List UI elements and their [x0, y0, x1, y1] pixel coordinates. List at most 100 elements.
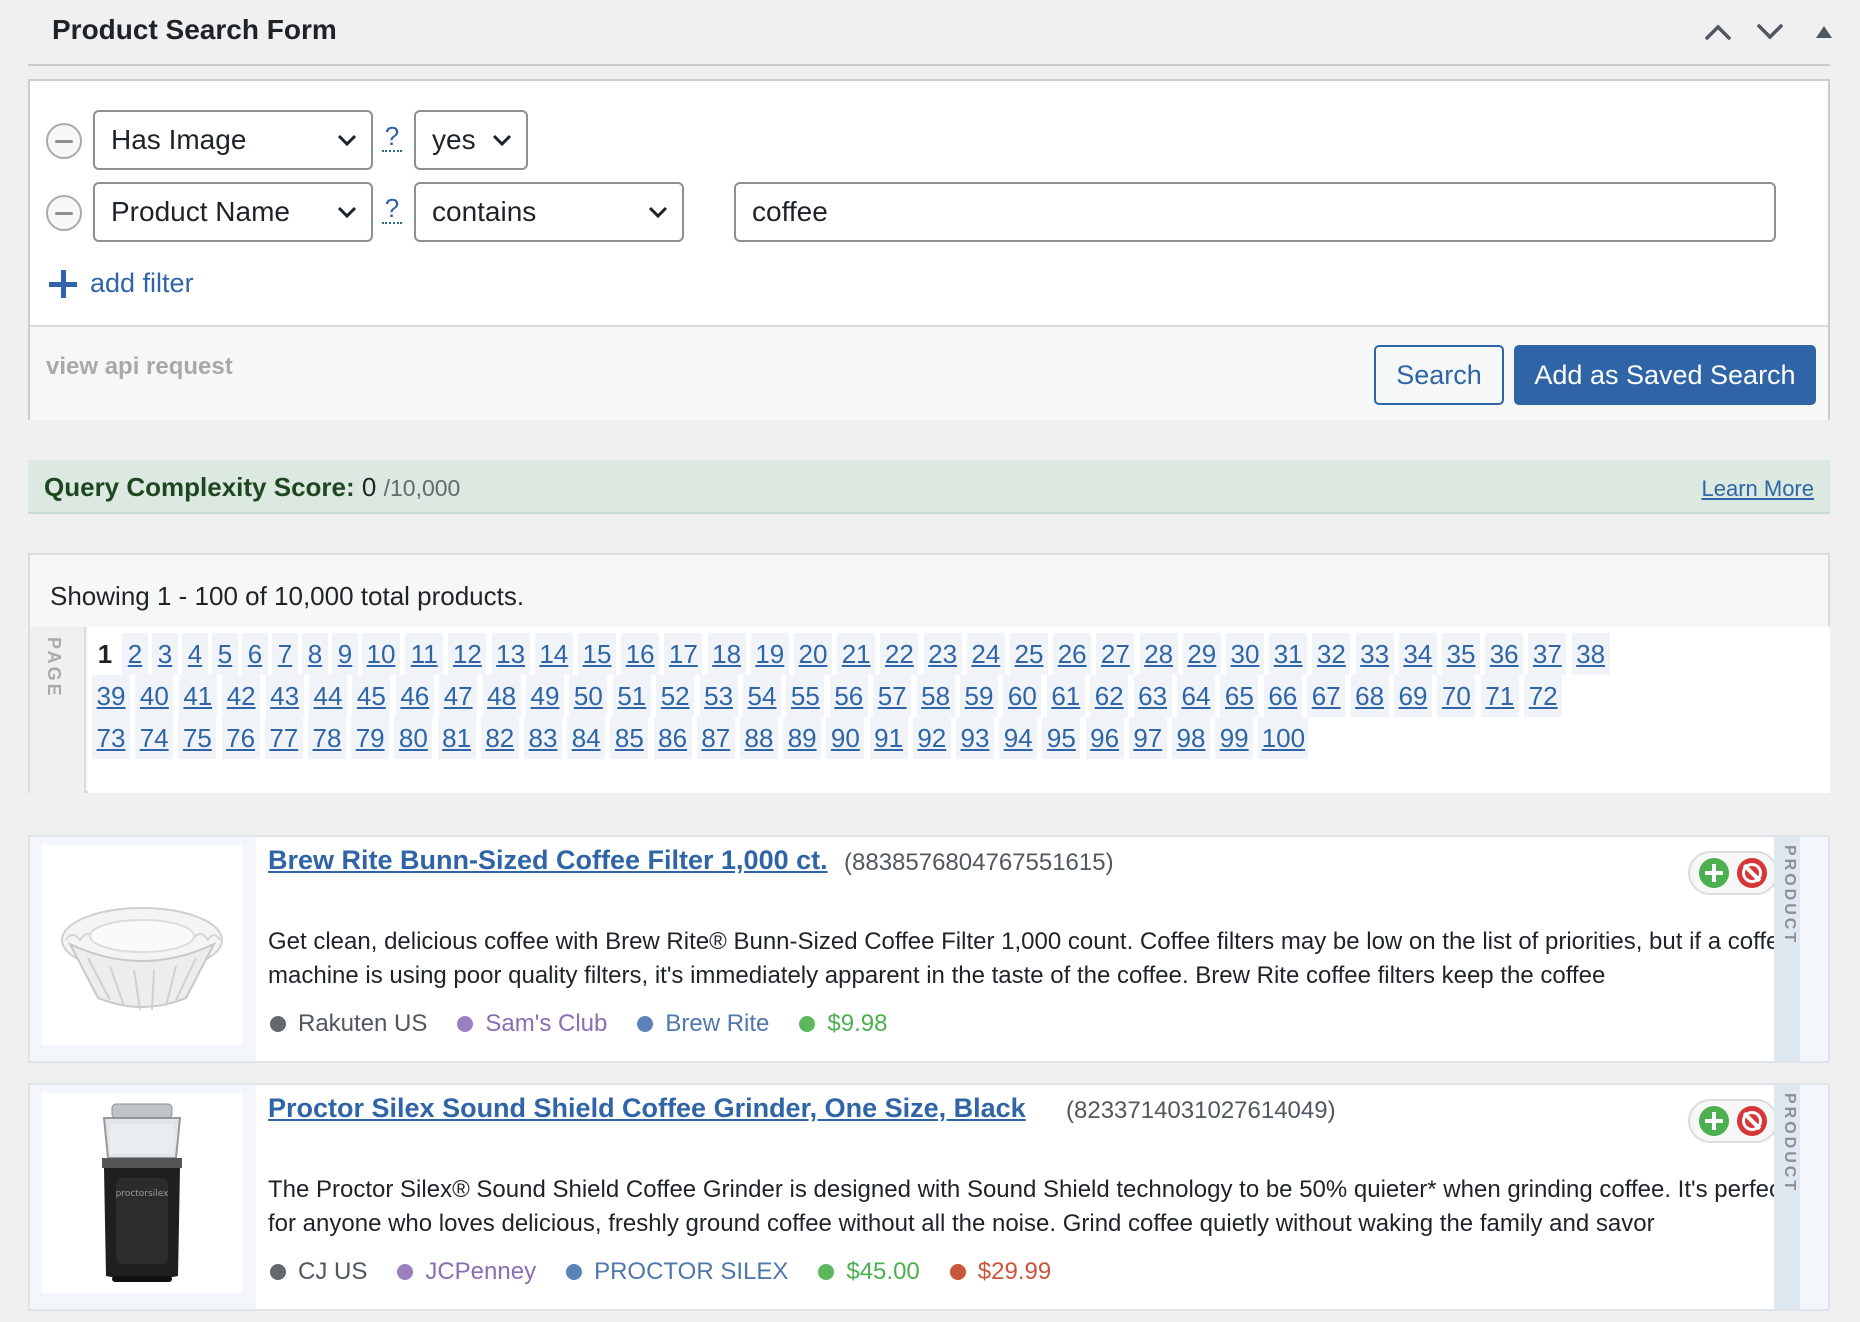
page-link[interactable]: 31	[1269, 633, 1308, 675]
page-link[interactable]: 84	[567, 717, 606, 759]
page-link[interactable]: 43	[265, 675, 304, 717]
triangle-up-icon[interactable]	[1804, 14, 1844, 50]
page-link[interactable]: 22	[880, 633, 919, 675]
page-link[interactable]: 79	[351, 717, 390, 759]
minus-circle-icon[interactable]	[46, 195, 82, 231]
page-link[interactable]: 99	[1215, 717, 1254, 759]
minus-circle-icon[interactable]	[46, 123, 82, 159]
page-link[interactable]: 92	[912, 717, 951, 759]
page-link[interactable]: 78	[308, 717, 346, 759]
page-link[interactable]: 56	[829, 675, 868, 717]
chevron-up-icon[interactable]	[1698, 14, 1738, 50]
filter-field-select[interactable]: Product Name	[93, 182, 373, 242]
page-link[interactable]: 80	[394, 717, 433, 759]
page-link[interactable]: 87	[696, 717, 735, 759]
page-link[interactable]: 9	[332, 633, 358, 675]
brand-tag[interactable]: Brew Rite	[637, 1010, 769, 1038]
page-link[interactable]: 27	[1096, 633, 1135, 675]
page-link[interactable]: 59	[960, 675, 998, 717]
page-link[interactable]: 36	[1485, 633, 1524, 675]
product-image[interactable]: proctorsilex	[42, 1093, 242, 1293]
page-link[interactable]: 28	[1139, 633, 1178, 675]
page-link[interactable]: 58	[916, 675, 955, 717]
page-link[interactable]: 63	[1133, 675, 1172, 717]
page-link[interactable]: 5	[212, 633, 238, 675]
page-link[interactable]: 41	[178, 675, 217, 717]
page-link[interactable]: 65	[1220, 675, 1259, 717]
page-link[interactable]: 3	[152, 633, 178, 675]
page-link[interactable]: 17	[664, 633, 703, 675]
page-link[interactable]: 68	[1350, 675, 1389, 717]
page-link[interactable]: 10	[362, 633, 400, 675]
learn-more-link[interactable]: Learn More	[1701, 476, 1814, 502]
filter-operator-select[interactable]: contains	[414, 182, 684, 242]
page-link[interactable]: 24	[966, 633, 1005, 675]
page-link[interactable]: 29	[1182, 633, 1221, 675]
page-link[interactable]: 71	[1480, 675, 1519, 717]
plus-circle-icon[interactable]	[1698, 858, 1729, 888]
page-link[interactable]: 48	[482, 675, 521, 717]
sale-price-tag[interactable]: $29.99	[949, 1258, 1051, 1286]
filter-value-input[interactable]: coffee	[734, 182, 1776, 242]
page-link[interactable]: 75	[178, 717, 217, 759]
block-icon[interactable]	[1737, 858, 1768, 888]
page-link[interactable]: 96	[1085, 717, 1124, 759]
page-link[interactable]: 2	[122, 633, 148, 675]
page-link[interactable]: 47	[439, 675, 478, 717]
page-link[interactable]: 25	[1010, 633, 1048, 675]
page-link[interactable]: 44	[309, 675, 347, 717]
page-link[interactable]: 51	[612, 675, 651, 717]
page-link[interactable]: 21	[837, 633, 876, 675]
price-tag[interactable]: $9.98	[799, 1010, 887, 1038]
help-link[interactable]: ?	[382, 122, 402, 152]
merchant-tag[interactable]: CJ US	[270, 1258, 367, 1286]
page-link[interactable]: 4	[182, 633, 208, 675]
page-link[interactable]: 91	[869, 717, 908, 759]
page-link[interactable]: 76	[221, 717, 260, 759]
filter-field-select[interactable]: Has Image	[93, 110, 373, 170]
page-link[interactable]: 16	[621, 633, 660, 675]
page-link[interactable]: 88	[740, 717, 778, 759]
page-link[interactable]: 23	[923, 633, 962, 675]
page-link[interactable]: 97	[1128, 717, 1167, 759]
page-link[interactable]: 30	[1226, 633, 1264, 675]
page-link[interactable]: 40	[135, 675, 174, 717]
page-link[interactable]: 95	[1042, 717, 1081, 759]
page-link[interactable]: 73	[92, 717, 130, 759]
search-button[interactable]: Search	[1374, 345, 1504, 405]
page-link[interactable]: 82	[480, 717, 519, 759]
page-link[interactable]: 38	[1571, 633, 1610, 675]
page-link[interactable]: 67	[1307, 675, 1346, 717]
page-link[interactable]: 66	[1263, 675, 1302, 717]
page-link[interactable]: 52	[656, 675, 695, 717]
page-link[interactable]: 83	[524, 717, 562, 759]
product-title-link[interactable]: Brew Rite Bunn-Sized Coffee Filter 1,000…	[268, 845, 828, 876]
page-link[interactable]: 61	[1046, 675, 1085, 717]
page-link[interactable]: 42	[222, 675, 261, 717]
page-link[interactable]: 13	[491, 633, 530, 675]
help-link[interactable]: ?	[382, 194, 402, 224]
page-link[interactable]: 8	[302, 633, 328, 675]
page-link[interactable]: 12	[448, 633, 487, 675]
view-api-request-link[interactable]: view api request	[46, 353, 233, 381]
page-link[interactable]: 49	[526, 675, 564, 717]
page-link[interactable]: 100	[1258, 717, 1309, 759]
page-link[interactable]: 86	[653, 717, 692, 759]
block-icon[interactable]	[1737, 1106, 1768, 1136]
filter-operator-select[interactable]: yes	[414, 110, 528, 170]
page-link[interactable]: 62	[1090, 675, 1129, 717]
product-title-link[interactable]: Proctor Silex Sound Shield Coffee Grinde…	[268, 1093, 1026, 1124]
page-link[interactable]: 50	[569, 675, 608, 717]
page-link[interactable]: 70	[1437, 675, 1476, 717]
page-link[interactable]: 93	[956, 717, 994, 759]
page-link[interactable]: 54	[743, 675, 781, 717]
page-link[interactable]: 69	[1394, 675, 1432, 717]
page-link[interactable]: 53	[699, 675, 738, 717]
page-link[interactable]: 90	[826, 717, 865, 759]
page-link[interactable]: 37	[1528, 633, 1567, 675]
plus-circle-icon[interactable]	[1698, 1106, 1729, 1136]
page-link[interactable]: 39	[92, 675, 130, 717]
merchant-tag[interactable]: Rakuten US	[270, 1010, 427, 1038]
page-link[interactable]: 35	[1442, 633, 1480, 675]
page-link[interactable]: 32	[1312, 633, 1351, 675]
